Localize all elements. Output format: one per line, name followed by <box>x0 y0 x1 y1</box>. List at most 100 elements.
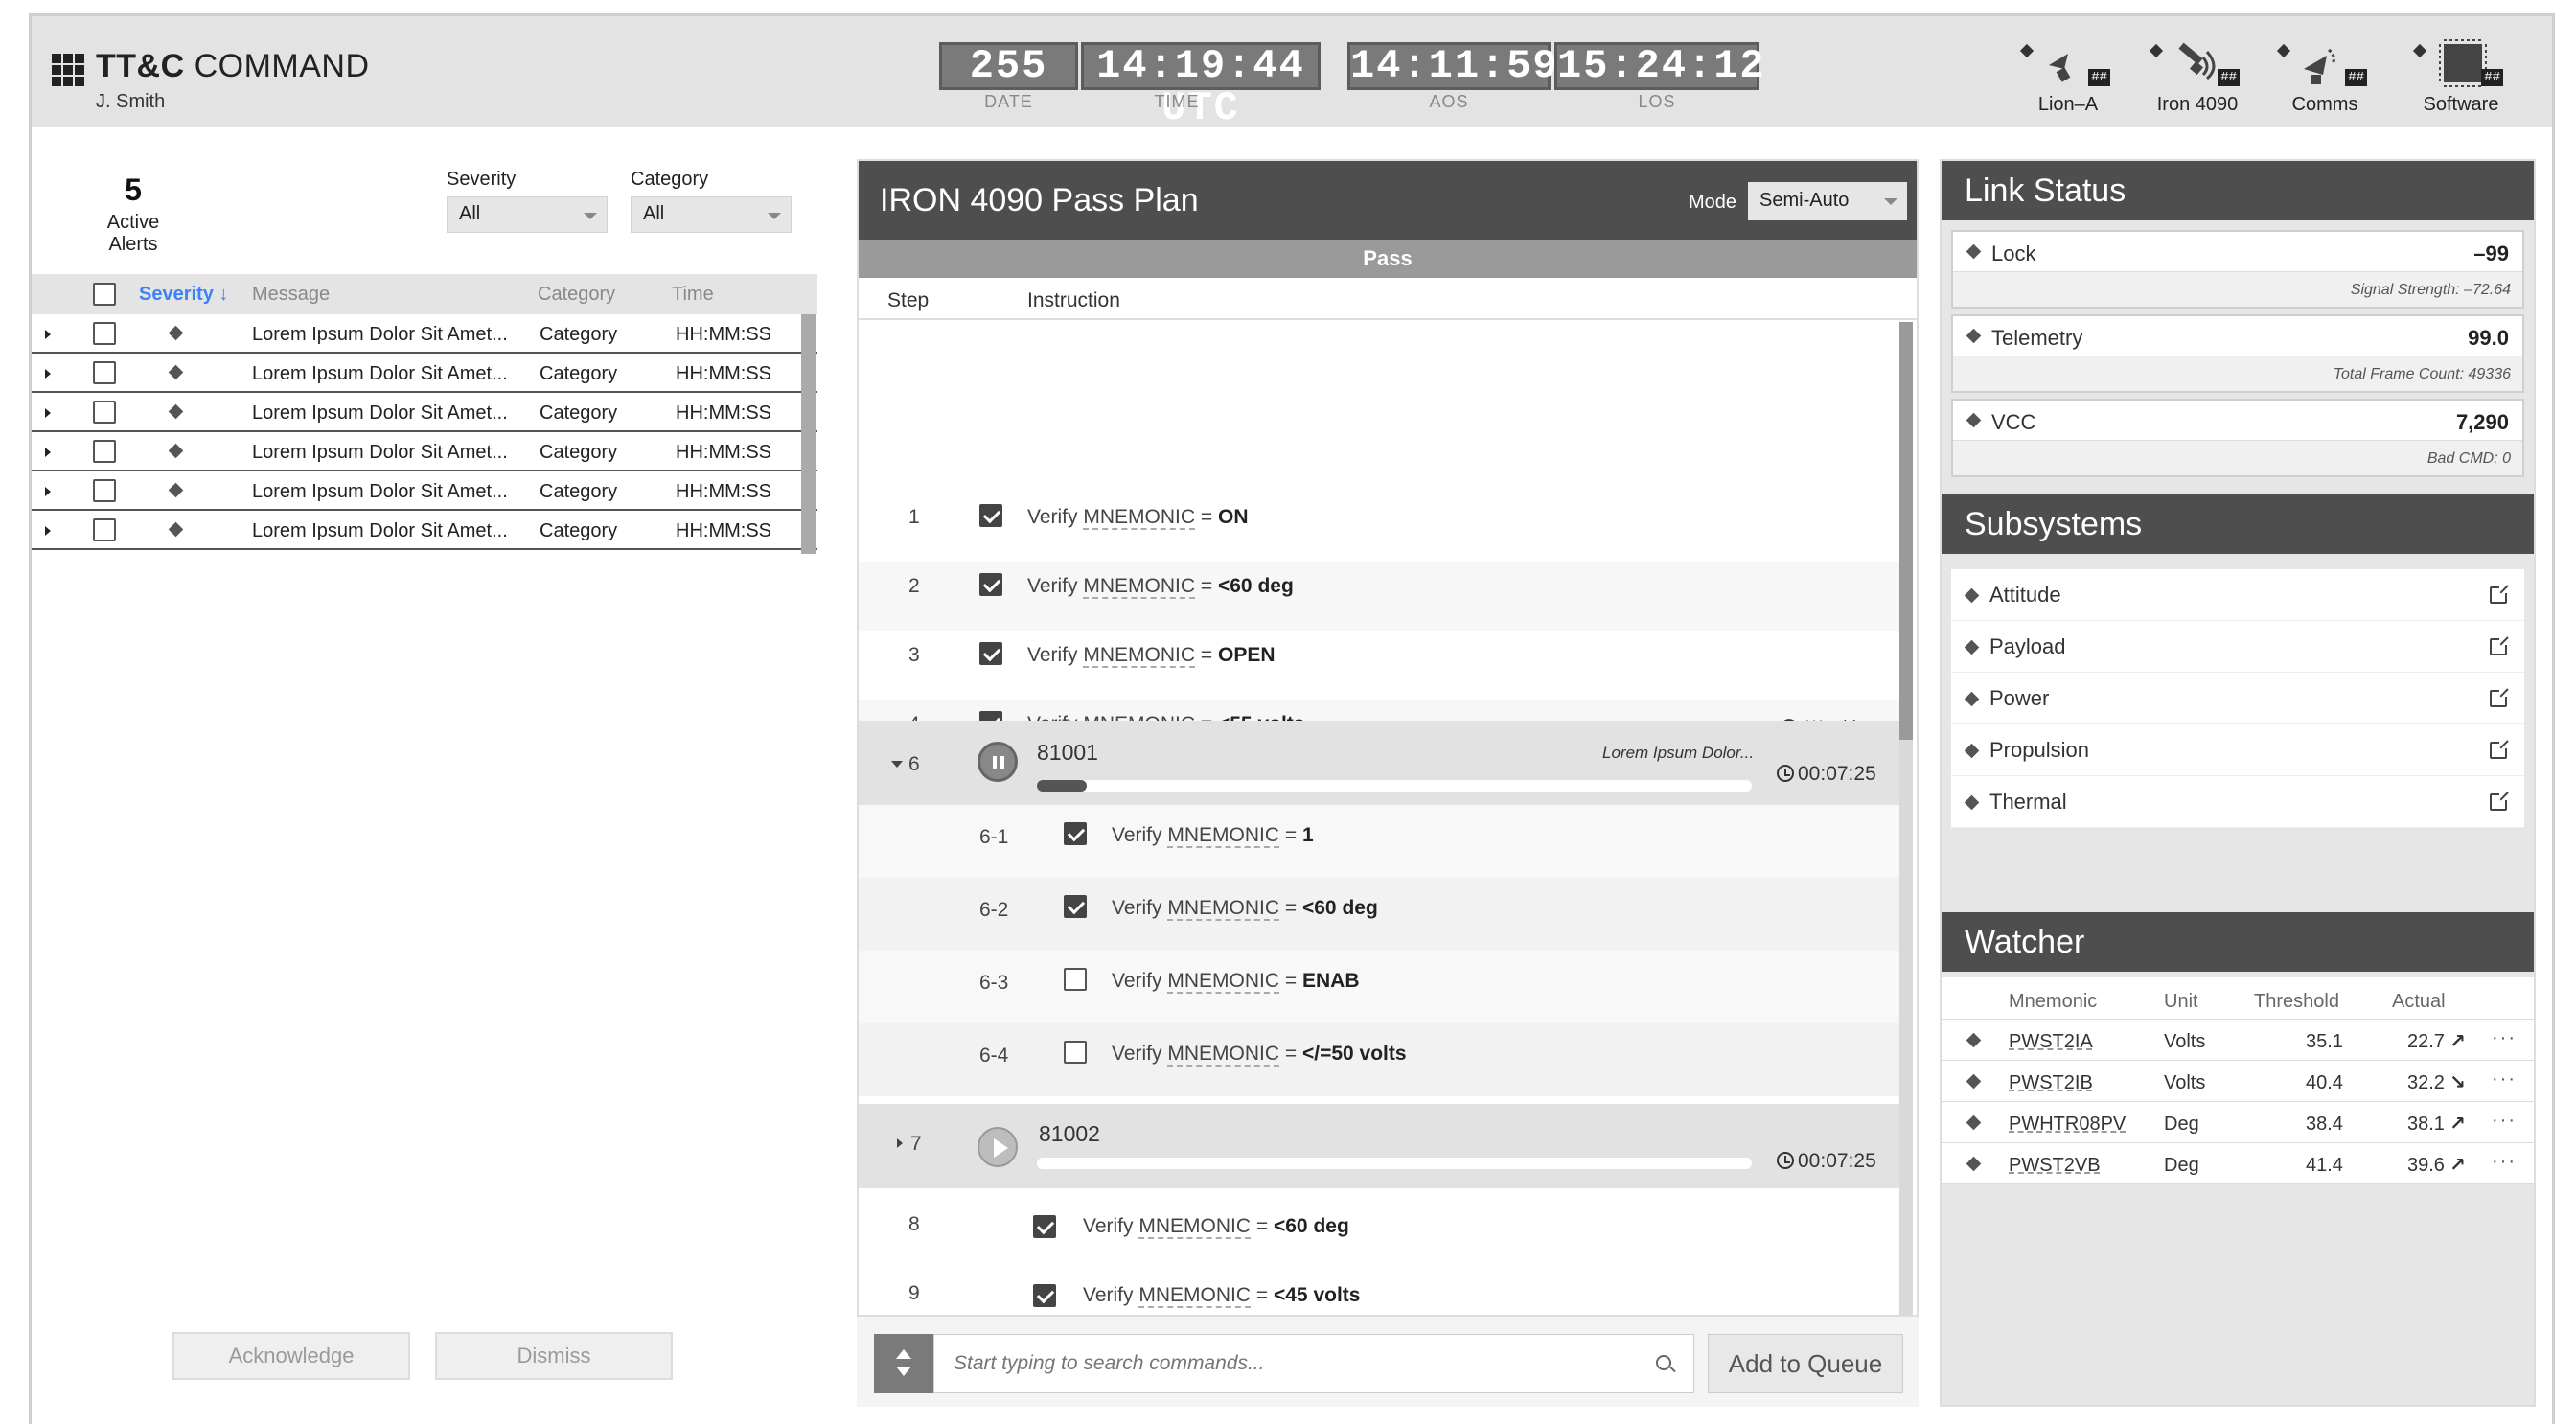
expected-value: 1 <box>1301 824 1314 846</box>
step-checkbox[interactable] <box>979 504 1002 527</box>
mnemonic-link[interactable]: MNEMONIC <box>1167 1043 1280 1067</box>
mnemonic-link[interactable]: MNEMONIC <box>1138 1284 1252 1308</box>
pass-plan-scroll-thumb[interactable] <box>1899 322 1913 740</box>
pause-button[interactable] <box>978 742 1018 782</box>
acknowledge-button[interactable]: Acknowledge <box>172 1332 410 1380</box>
severity-column-header[interactable]: Severity ↓ <box>139 284 228 306</box>
alert-row-checkbox[interactable] <box>93 322 116 345</box>
step-checkbox[interactable] <box>1033 1284 1056 1307</box>
alert-row[interactable]: Lorem Ipsum Dolor Sit Amet... Category HH:… <box>32 432 817 471</box>
status-diamond-icon <box>1966 1032 1982 1048</box>
more-options-icon[interactable]: ··· <box>2492 1027 2517 1049</box>
substep-checkbox[interactable] <box>1064 1041 1087 1064</box>
procedure-group-81002[interactable]: 7 81002 00:07:25 <box>859 1104 1905 1188</box>
expand-arrow-icon[interactable] <box>45 526 51 536</box>
app-grid-icon[interactable] <box>52 54 84 86</box>
mnemonic-link[interactable]: MNEMONIC <box>1083 506 1196 530</box>
external-link-icon[interactable] <box>2490 584 2509 604</box>
step-column-header: Step <box>887 289 930 311</box>
alert-row-checkbox[interactable] <box>93 518 116 541</box>
more-options-icon[interactable]: ··· <box>2492 1110 2517 1132</box>
alert-row[interactable]: Lorem Ipsum Dolor Sit Amet... Category HH:… <box>32 511 817 550</box>
category-column-header[interactable]: Category <box>538 284 615 306</box>
status-diamond-icon <box>1966 243 1982 260</box>
progress-fill <box>1037 780 1088 792</box>
subsystem-item[interactable]: Thermal <box>1951 776 2524 828</box>
subsystem-name: Propulsion <box>1990 738 2089 762</box>
alert-row[interactable]: Lorem Ipsum Dolor Sit Amet... Category HH:… <box>32 471 817 511</box>
instruction-column-header: Instruction <box>1027 289 1120 311</box>
step-checkbox[interactable] <box>979 573 1002 596</box>
step-number: 1 <box>908 506 920 528</box>
subsystem-item[interactable]: Power <box>1951 673 2524 724</box>
dismiss-button[interactable]: Dismiss <box>435 1332 673 1380</box>
device-lion-a[interactable]: ## Lion–A <box>2011 36 2126 116</box>
alert-row-checkbox[interactable] <box>93 361 116 384</box>
alert-row-checkbox[interactable] <box>93 479 116 502</box>
expand-arrow-icon[interactable] <box>45 448 51 457</box>
command-search-input[interactable] <box>933 1334 1694 1393</box>
substep-checkbox[interactable] <box>1064 895 1087 918</box>
expand-arrow-icon[interactable] <box>897 1138 903 1148</box>
time-column-header[interactable]: Time <box>672 284 714 306</box>
satellite-dish-icon: ## <box>2011 36 2126 88</box>
subsystem-item[interactable]: Propulsion <box>1951 724 2524 776</box>
watcher-mnemonic[interactable]: PWST2IA <box>2009 1031 2093 1053</box>
trend-up-icon <box>2450 1112 2466 1136</box>
mnemonic-link[interactable]: MNEMONIC <box>1167 897 1280 921</box>
message-column-header[interactable]: Message <box>252 284 330 306</box>
alerts-scrollbar[interactable] <box>801 314 816 554</box>
external-link-icon[interactable] <box>2490 635 2509 655</box>
substep-checkbox[interactable] <box>1064 822 1087 845</box>
alert-row-checkbox[interactable] <box>93 401 116 424</box>
watcher-mnemonic[interactable]: PWST2IB <box>2009 1072 2093 1094</box>
procedure-group-81001[interactable]: 6 81001 Lorem Ipsum Dolor... 00:07:25 <box>859 721 1905 805</box>
substep-checkbox[interactable] <box>1064 968 1087 991</box>
device-software[interactable]: ## Software <box>2404 36 2518 116</box>
search-icon[interactable] <box>1656 1355 1671 1370</box>
subsystem-item[interactable]: Payload <box>1951 621 2524 673</box>
mnemonic-link[interactable]: MNEMONIC <box>1138 1215 1252 1239</box>
category-select[interactable]: All <box>631 196 792 233</box>
step-checkbox[interactable] <box>979 642 1002 665</box>
severity-select[interactable]: All <box>447 196 608 233</box>
mode-select-value: Semi-Auto <box>1760 190 1850 211</box>
mnemonic-link[interactable]: MNEMONIC <box>1167 824 1280 848</box>
more-options-icon[interactable]: ··· <box>2492 1068 2517 1091</box>
alert-row[interactable]: Lorem Ipsum Dolor Sit Amet... Category HH:… <box>32 314 817 354</box>
external-link-icon[interactable] <box>2490 687 2509 707</box>
pass-plan-scrollbar[interactable] <box>1899 322 1913 1395</box>
severity-select-value: All <box>459 203 481 224</box>
expand-arrow-icon[interactable] <box>45 369 51 379</box>
step-checkbox[interactable] <box>1033 1215 1056 1238</box>
external-link-icon[interactable] <box>2490 791 2509 811</box>
step-number: 8 <box>908 1213 920 1235</box>
alert-row-checkbox[interactable] <box>93 440 116 463</box>
mode-select[interactable]: Semi-Auto <box>1748 182 1907 220</box>
expand-arrow-icon[interactable] <box>45 330 51 339</box>
add-to-queue-button[interactable]: Add to Queue <box>1708 1334 1903 1393</box>
user-name[interactable]: J. Smith <box>96 91 165 113</box>
threshold-column-header: Threshold <box>2254 991 2339 1012</box>
expand-arrow-icon[interactable] <box>45 408 51 418</box>
expand-arrow-icon[interactable] <box>45 487 51 496</box>
mnemonic-link[interactable]: MNEMONIC <box>1083 575 1196 599</box>
external-link-icon[interactable] <box>2490 739 2509 759</box>
play-button[interactable] <box>978 1127 1018 1167</box>
more-options-icon[interactable]: ··· <box>2492 1151 2517 1173</box>
watcher-mnemonic[interactable]: PWHTR08PV <box>2009 1114 2126 1136</box>
device-iron-4090[interactable]: ## Iron 4090 <box>2140 36 2255 116</box>
select-all-checkbox[interactable] <box>93 283 116 306</box>
expected-value: OPEN <box>1217 644 1276 666</box>
mnemonic-link[interactable]: MNEMONIC <box>1083 644 1196 668</box>
subsystem-item[interactable]: Attitude <box>1951 569 2524 621</box>
command-sort-toggle[interactable] <box>874 1334 933 1393</box>
device-name: Software <box>2423 94 2499 115</box>
device-comms[interactable]: ## Comms <box>2267 36 2382 116</box>
collapse-arrow-icon[interactable] <box>891 761 903 768</box>
mnemonic-link[interactable]: MNEMONIC <box>1167 970 1280 994</box>
status-diamond-icon <box>1964 639 1980 655</box>
alert-row[interactable]: Lorem Ipsum Dolor Sit Amet... Category HH:… <box>32 354 817 393</box>
alert-row[interactable]: Lorem Ipsum Dolor Sit Amet... Category HH:… <box>32 393 817 432</box>
watcher-mnemonic[interactable]: PWST2VB <box>2009 1155 2101 1177</box>
